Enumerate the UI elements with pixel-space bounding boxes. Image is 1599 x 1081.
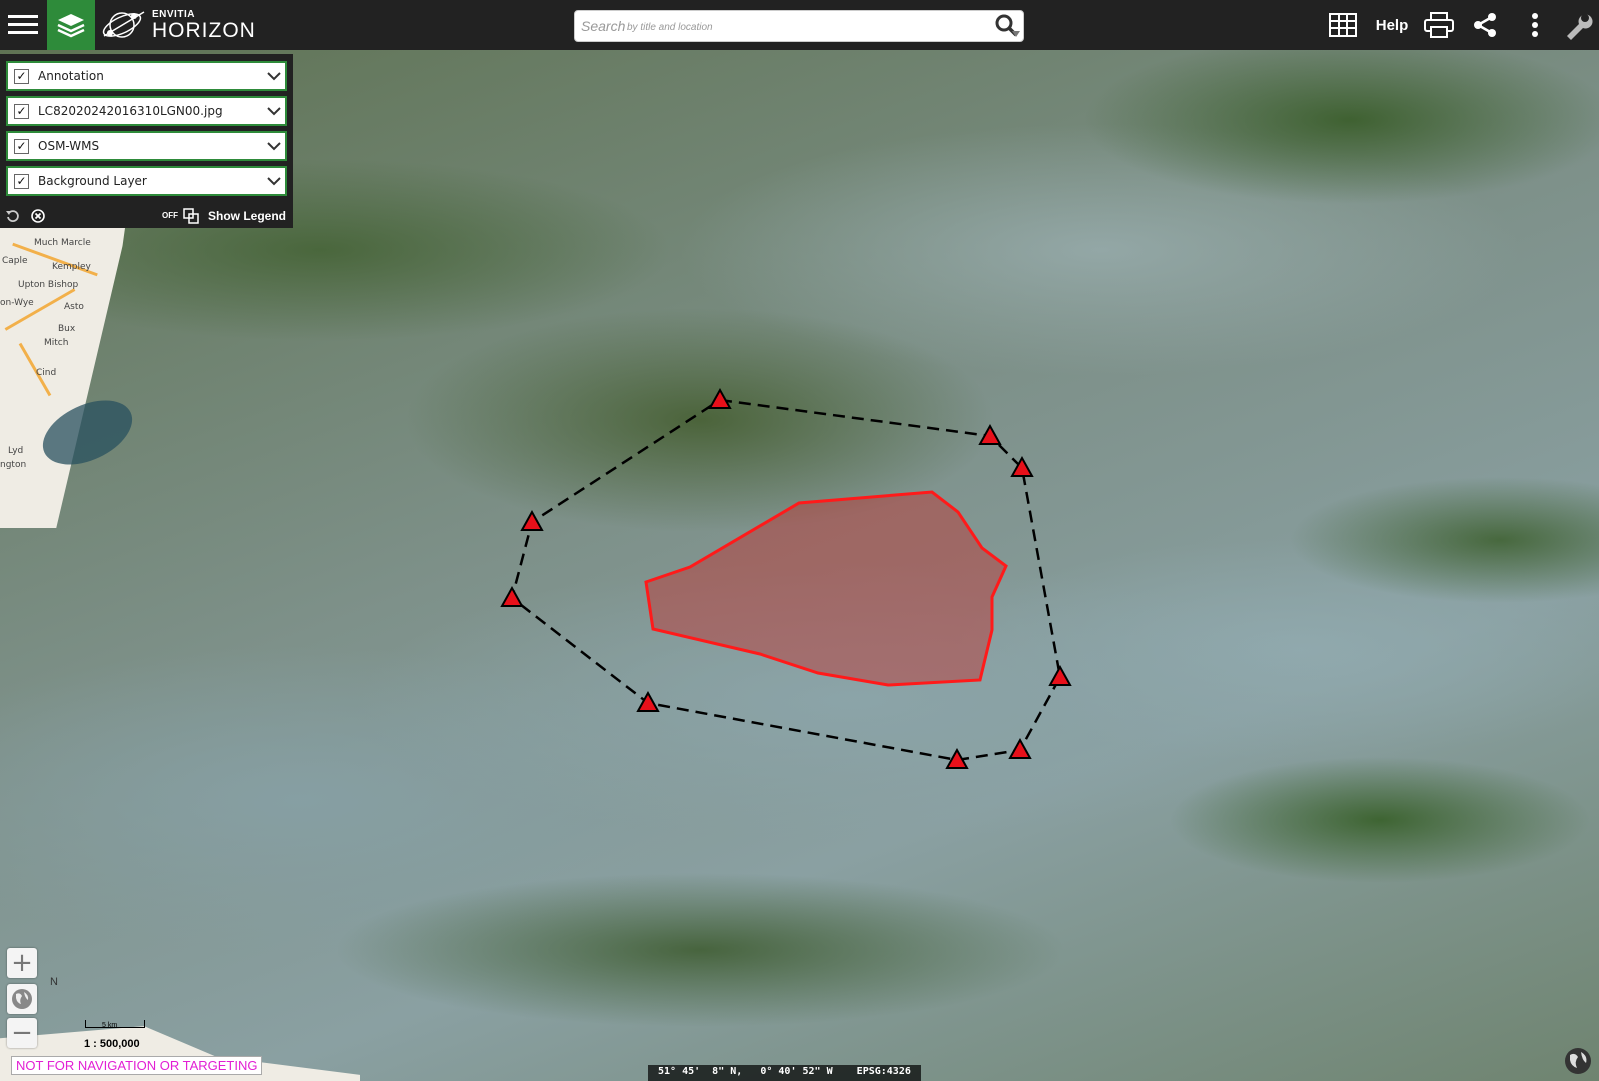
menu-icon[interactable] (8, 10, 38, 40)
coordinate-readout: 51° 45' 8" N, 0° 40' 52" W EPSG:4326 (648, 1065, 921, 1081)
zoom-out-button[interactable]: − (7, 1018, 37, 1048)
brand-name: HORIZON (152, 18, 256, 42)
layers-icon[interactable] (47, 0, 95, 50)
more-vertical-icon[interactable] (1520, 0, 1550, 50)
layer-name: Annotation (38, 69, 104, 83)
layer-checkbox[interactable]: ✓ (14, 173, 29, 189)
brand-sub: ENVITIA (152, 8, 195, 20)
print-icon[interactable] (1421, 0, 1457, 50)
undo-icon[interactable] (4, 207, 22, 225)
navigation-warning: NOT FOR NAVIGATION OR TARGETING (11, 1056, 263, 1075)
scale-bar-label: 5 km (102, 1022, 118, 1029)
chevron-down-icon[interactable] (263, 71, 285, 81)
globe-home-button[interactable] (7, 984, 37, 1014)
chevron-down-icon[interactable] (263, 141, 285, 151)
layer-checkbox[interactable]: ✓ (14, 68, 29, 84)
table-icon[interactable] (1325, 0, 1361, 50)
legend-toggle-icon[interactable] (182, 207, 200, 225)
layer-checkbox[interactable]: ✓ (14, 103, 29, 119)
app-logo: ENVITIA HORIZON (100, 6, 256, 44)
wrench-icon[interactable] (1560, 0, 1596, 50)
vertex-marker[interactable] (636, 690, 660, 712)
layer-row-osm[interactable]: ✓ OSM-WMS (6, 131, 287, 161)
layer-name: OSM-WMS (38, 139, 100, 153)
top-toolbar: ENVITIA HORIZON by title and location He… (0, 0, 1599, 50)
layer-checkbox[interactable]: ✓ (14, 138, 29, 154)
logo-mark-icon (102, 11, 145, 38)
share-icon[interactable] (1468, 0, 1502, 50)
search-icon[interactable] (991, 12, 1023, 40)
chevron-down-icon[interactable] (263, 176, 285, 186)
layer-name: LC82020242016310LGN00.jpg (38, 104, 223, 118)
chevron-down-icon[interactable] (263, 106, 285, 116)
layer-row-image[interactable]: ✓ LC82020242016310LGN00.jpg (6, 96, 287, 126)
north-arrow: N (50, 976, 58, 988)
globe-icon[interactable] (1560, 1043, 1596, 1079)
layer-panel-tools: OFF Show Legend (0, 204, 293, 228)
vertex-marker[interactable] (500, 585, 524, 607)
legend-state: OFF (162, 211, 178, 220)
search-bar: by title and location (574, 10, 1024, 42)
help-button[interactable]: Help (1370, 0, 1414, 50)
search-input[interactable] (581, 12, 991, 40)
zoom-in-button[interactable]: + (7, 948, 37, 978)
vertex-marker[interactable] (1048, 664, 1072, 686)
layer-panel: ✓ Annotation ✓ LC82020242016310LGN00.jpg… (0, 54, 293, 228)
scale-ratio: 1 : 500,000 (84, 1038, 140, 1050)
vertex-marker[interactable] (1008, 737, 1032, 759)
annotation-polygon[interactable] (644, 490, 1008, 687)
show-legend-button[interactable]: Show Legend (208, 209, 286, 223)
vertex-marker[interactable] (978, 423, 1002, 445)
vertex-marker[interactable] (708, 387, 732, 409)
layer-name: Background Layer (38, 174, 147, 188)
layer-row-background[interactable]: ✓ Background Layer (6, 166, 287, 196)
layer-row-annotation[interactable]: ✓ Annotation (6, 61, 287, 91)
clear-icon[interactable] (29, 207, 47, 225)
vertex-marker[interactable] (520, 509, 544, 531)
